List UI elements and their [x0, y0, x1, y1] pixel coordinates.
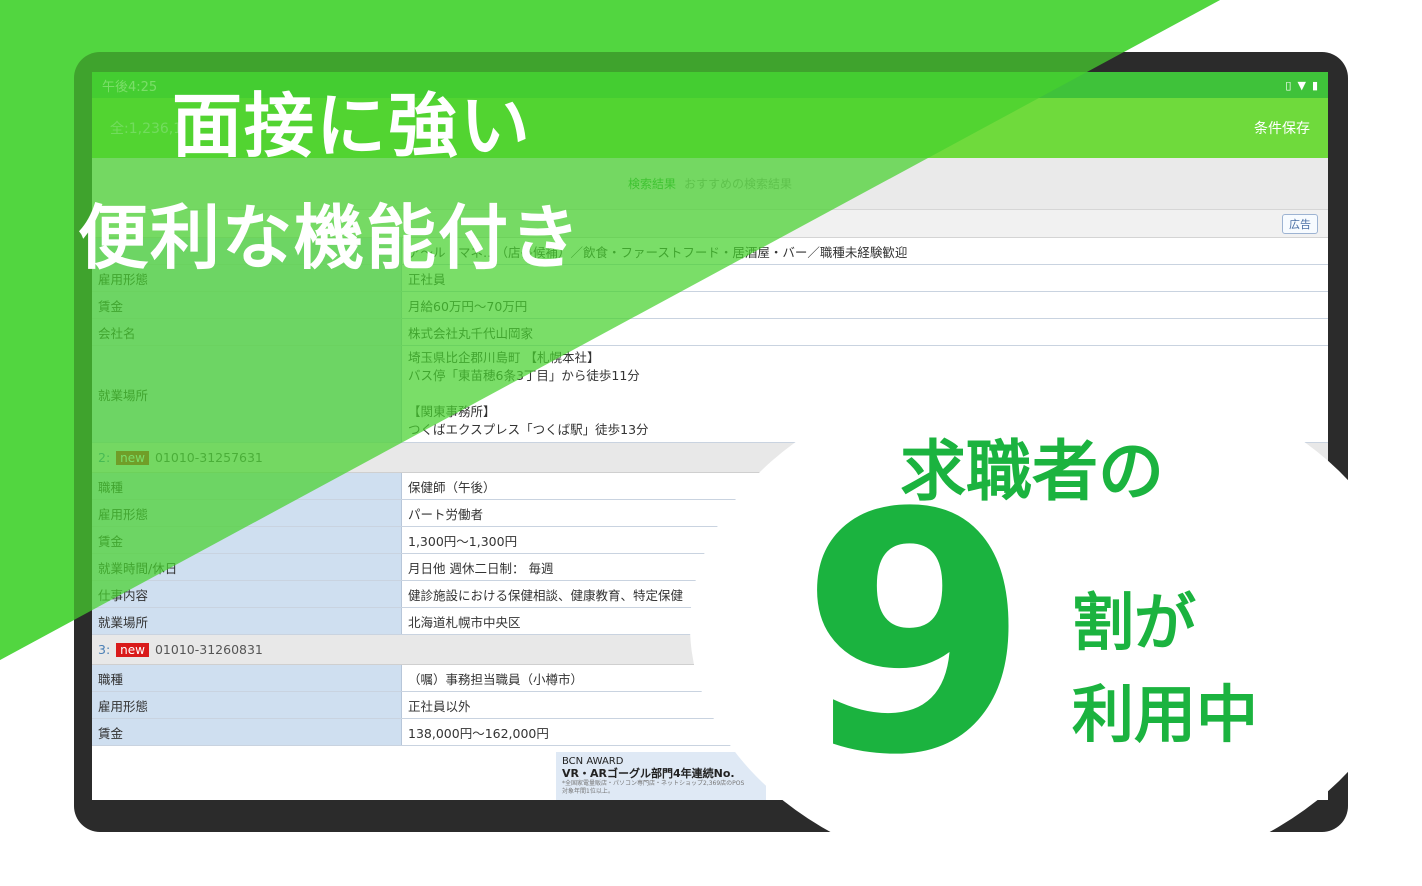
bubble-text-using: 利用中 — [1072, 678, 1259, 751]
banner-line: 対象年間1位以上。 — [562, 788, 614, 795]
row-key: 就業時間/休日 — [92, 553, 402, 581]
tab-search-results[interactable]: 検索結果 — [628, 175, 676, 192]
row-key: 職種 — [92, 473, 402, 500]
row-key: 仕事内容 — [92, 580, 402, 608]
record-index: 2: — [98, 450, 111, 465]
row-key: 就業場所 — [92, 607, 402, 635]
battery-icon: ▮ — [1311, 78, 1318, 92]
promo-headline-2: 便利な機能付き — [78, 197, 582, 279]
row-key: 職種 — [92, 665, 402, 692]
location-line: 埼玉県比企郡川島町 【札幌本社】 — [408, 350, 600, 365]
row-key: 賃金 — [92, 526, 402, 554]
row-key: 賃金 — [92, 718, 402, 746]
record-id: 01010-31260831 — [154, 642, 263, 657]
vibrate-icon: ▯ — [1285, 78, 1292, 92]
ad-badge[interactable]: 広告 — [1282, 213, 1318, 234]
new-badge: new — [116, 642, 149, 657]
row-key: 雇用形態 — [92, 499, 402, 527]
location-line: バス停「東苗穂6条3丁目」から徒歩11分 — [408, 368, 640, 383]
banner-line: VR・ARゴーグル部門4年連続No. — [562, 767, 735, 780]
award-banner[interactable]: BCN AWARD VR・ARゴーグル部門4年連続No. *全国家電量販店・パソ… — [556, 752, 766, 800]
table-row[interactable]: 会社名 株式会社丸千代山岡家 — [92, 318, 1328, 346]
record-index: 3: — [98, 642, 111, 657]
row-key: 就業場所 — [92, 345, 402, 443]
save-conditions-button[interactable]: 条件保存 — [1254, 118, 1310, 138]
status-time: 午後4:25 — [102, 79, 158, 95]
row-key: 賃金 — [92, 291, 402, 319]
banner-line: *全国家電量販店・パソコン専門店・ネットショップ2,369店のPOS — [562, 780, 745, 787]
bubble-number: 9 — [800, 443, 1030, 827]
table-row[interactable]: 賃金 月給60万円〜70万円 — [92, 291, 1328, 319]
row-key: 雇用形態 — [92, 691, 402, 719]
record-id: 01010-31257631 — [154, 450, 263, 465]
wifi-icon: ▼ — [1297, 78, 1306, 92]
bubble-text-ratio: 割が — [1072, 586, 1197, 659]
row-key: 会社名 — [92, 318, 402, 346]
promo-headline-1: 面接に強い — [172, 85, 532, 167]
status-icons: ▯ ▼ ▮ — [1285, 79, 1318, 92]
new-badge: new — [116, 450, 149, 465]
row-value: 株式会社丸千代山岡家 — [401, 318, 1328, 346]
tab-recommended-results[interactable]: おすすめの検索結果 — [684, 175, 792, 192]
row-value: 月給60万円〜70万円 — [401, 291, 1328, 319]
